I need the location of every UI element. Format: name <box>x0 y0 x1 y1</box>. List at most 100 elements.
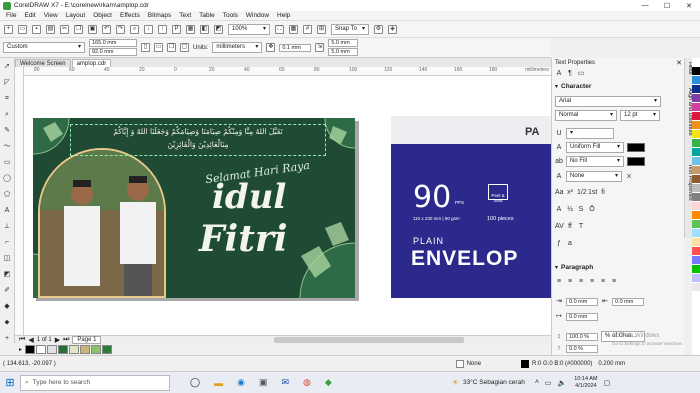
palette-color-swatch[interactable] <box>692 175 700 184</box>
app-launcher-icon[interactable]: ▦ <box>186 24 195 34</box>
pick-tool-icon[interactable]: ➚ <box>3 62 12 71</box>
before-spacing-input[interactable]: 0.0 % <box>566 345 598 353</box>
left-indent-input[interactable]: 0.0 mm <box>566 298 598 306</box>
character-tab-icon[interactable]: A <box>555 70 563 78</box>
crop-tool-icon[interactable]: ⌗ <box>3 94 12 103</box>
palette-swatch[interactable] <box>47 345 58 354</box>
palette-color-swatch[interactable] <box>692 220 700 229</box>
zoom-select[interactable]: 100% ▾ <box>228 23 270 35</box>
align-right-icon[interactable]: ≡ <box>588 278 596 286</box>
character-section-header[interactable]: ▾ Character <box>555 83 591 90</box>
windows-start-icon[interactable]: ⊞ <box>0 376 20 389</box>
fill-type-select[interactable]: Uniform Fill ▾ <box>566 142 624 153</box>
nudge-distance-input[interactable]: 0.1 mm <box>279 43 312 52</box>
palette-color-swatch[interactable] <box>692 211 700 220</box>
polygon-tool-icon[interactable]: ⬠ <box>3 190 12 199</box>
artistic-media-icon[interactable]: 〜 <box>3 142 12 151</box>
landscape-icon[interactable]: ▭ <box>154 43 163 52</box>
position-icon[interactable]: x² <box>566 189 574 197</box>
freehand-tool-icon[interactable]: ✎ <box>3 126 12 135</box>
smart-fill-icon[interactable]: ⬥ <box>3 318 12 327</box>
justify-icon[interactable]: ≡ <box>599 278 607 286</box>
shape-tool-icon[interactable]: ◸ <box>3 78 12 87</box>
first-line-indent-input[interactable]: 0.0 mm <box>566 313 598 321</box>
palette-color-swatch[interactable] <box>692 76 700 85</box>
save-icon[interactable]: ▪ <box>32 24 41 34</box>
rulers-icon[interactable]: ▦ <box>289 24 298 34</box>
file-explorer-icon[interactable]: ▬ <box>214 378 223 388</box>
paragraph-tab-icon[interactable]: ¶ <box>566 70 574 78</box>
glyph-icon[interactable]: ƒ <box>555 240 563 248</box>
palette-color-swatch[interactable] <box>692 265 700 274</box>
duplicate-x-input[interactable]: 5.0 mm <box>328 39 359 47</box>
next-page-icon[interactable]: ▶ <box>55 336 60 344</box>
palette-color-swatch[interactable] <box>692 193 700 202</box>
outline-color-icon[interactable]: ⨯ <box>625 173 633 181</box>
horizontal-ruler[interactable]: 80 60 40 20 0 20 40 60 80 100 120 140 16… <box>24 67 551 76</box>
palette-color-swatch[interactable] <box>692 112 700 121</box>
palette-color-swatch[interactable] <box>692 139 700 148</box>
redo-icon[interactable]: ↷ <box>116 24 125 34</box>
palette-swatch[interactable] <box>58 345 69 354</box>
weather-text[interactable]: 33°C Sebagian cerah <box>463 379 525 386</box>
align-center-icon[interactable]: ≡ <box>577 278 585 286</box>
options-icon[interactable]: ⚙ <box>374 24 383 34</box>
drop-shadow-icon[interactable]: ◫ <box>3 254 12 263</box>
all-pages-icon[interactable]: ❐ <box>167 43 176 52</box>
volume-icon[interactable]: 🔈 <box>558 379 567 387</box>
vertical-ruler[interactable] <box>15 67 24 335</box>
chrome-icon[interactable]: ◍ <box>303 377 311 388</box>
fitri-text[interactable]: Fitri <box>199 221 288 257</box>
taskbar-search-box[interactable]: ⌕ Type here to search <box>20 374 170 391</box>
swash-icon[interactable]: A <box>555 206 563 214</box>
palette-color-swatch[interactable] <box>692 247 700 256</box>
menu-effects[interactable]: Effects <box>116 12 144 19</box>
line-spacing-input[interactable]: 100.0 % <box>566 332 598 341</box>
menu-table[interactable]: Table <box>195 12 219 19</box>
fraction-icon[interactable]: ½ <box>566 206 574 214</box>
page-width-input[interactable]: 165.0 mm <box>89 39 137 47</box>
align-none-icon[interactable]: ≡ <box>555 278 563 286</box>
page-1-tab[interactable]: Page 1 <box>72 336 102 344</box>
palette-color-swatch[interactable] <box>692 202 700 211</box>
ordinal-icon[interactable]: 1st <box>588 189 597 197</box>
add-tool-icon[interactable]: + <box>3 334 12 343</box>
numerals-icon[interactable]: 1/2 <box>577 189 587 197</box>
palette-color-swatch[interactable] <box>692 58 700 67</box>
tray-chevron-icon[interactable]: ˄ <box>535 379 539 386</box>
card-photo-frame[interactable] <box>38 148 166 298</box>
current-page-icon[interactable]: ▢ <box>180 43 189 52</box>
coreldraw-taskbar-icon[interactable]: ◆ <box>325 377 332 388</box>
palette-color-swatch[interactable] <box>692 103 700 112</box>
palette-color-swatch[interactable] <box>692 256 700 265</box>
palette-color-swatch[interactable] <box>692 157 700 166</box>
palette-color-swatch[interactable] <box>692 274 700 283</box>
interactive-fill-icon[interactable]: ◆ <box>3 302 12 311</box>
idul-text[interactable]: idul <box>212 180 286 214</box>
force-justify-icon[interactable]: ≡ <box>610 278 618 286</box>
palette-color-swatch[interactable] <box>692 67 700 76</box>
fill-color-swatch[interactable] <box>627 143 645 152</box>
palette-swatch[interactable] <box>91 345 102 354</box>
snap-to-select[interactable]: Snap To ▾ <box>331 23 369 35</box>
export-icon[interactable]: ↑ <box>158 24 167 34</box>
cut-icon[interactable]: ✂ <box>60 24 69 34</box>
menu-text[interactable]: Text <box>175 12 195 19</box>
maximize-button[interactable]: ☐ <box>656 2 678 10</box>
palette-swatch[interactable] <box>25 345 36 354</box>
alternates-icon[interactable]: a <box>566 240 574 248</box>
paragraph-section-header[interactable]: ▾ Paragraph <box>555 264 593 271</box>
envelope-photo[interactable]: PA 90 PPS 110 x 230 mm | 80 gsm Peel & S… <box>391 116 551 298</box>
edge-icon[interactable]: ◉ <box>237 377 245 388</box>
full-screen-icon[interactable]: ⛶ <box>275 24 284 34</box>
rectangle-tool-icon[interactable]: ▭ <box>3 158 12 167</box>
menu-edit[interactable]: Edit <box>20 12 39 19</box>
welcome-screen-icon[interactable]: ◧ <box>200 24 209 34</box>
copy-icon[interactable]: ❐ <box>74 24 83 34</box>
stylistic-set-icon[interactable]: ff <box>566 223 574 231</box>
corel-connect-icon[interactable]: ◩ <box>214 24 223 34</box>
first-page-icon[interactable]: ⏮ <box>19 336 25 344</box>
menu-bitmaps[interactable]: Bitmaps <box>144 12 175 19</box>
docker-close-icon[interactable]: ✕ <box>676 59 682 67</box>
horizontal-scrollbar[interactable] <box>274 337 465 343</box>
